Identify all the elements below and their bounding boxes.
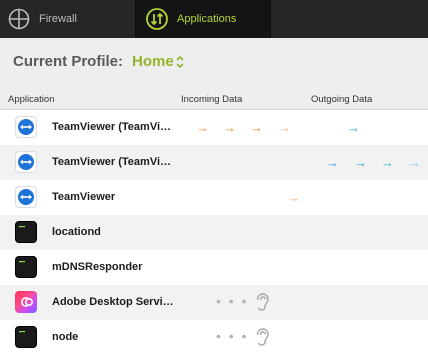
outgoing-arrow: →	[347, 120, 360, 135]
tab-firewall-label: Firewall	[39, 13, 77, 25]
table-row[interactable]: TeamViewer (TeamViewer) → → → →	[0, 145, 428, 180]
globe-icon	[7, 7, 31, 31]
creative-cloud-icon	[15, 291, 37, 313]
tab-applications[interactable]: Applications	[135, 0, 271, 38]
app-name: TeamViewer (TeamViewer)	[52, 156, 174, 168]
table-row[interactable]: TeamViewer (TeamViewer) → → → → →	[0, 110, 428, 145]
table-row[interactable]: mDNSResponder	[0, 250, 428, 285]
ear-icon	[255, 293, 269, 311]
profile-label: Current Profile:	[13, 53, 124, 70]
app-name: node	[52, 331, 79, 343]
terminal-icon	[15, 221, 37, 243]
incoming-arrow: →	[223, 120, 236, 135]
chevron-updown-icon[interactable]	[175, 55, 185, 69]
incoming-arrow: →	[287, 190, 300, 205]
traffic-arrows-icon	[145, 7, 169, 31]
table-header: Application Incoming Data Outgoing Data	[0, 88, 428, 110]
table-row[interactable]: TeamViewer →	[0, 180, 428, 215]
outgoing-arrow: →	[381, 155, 394, 170]
outgoing-arrow: →	[408, 155, 421, 170]
tab-applications-label: Applications	[177, 13, 237, 25]
outgoing-arrow: →	[354, 155, 367, 170]
column-header-application[interactable]: Application	[8, 94, 54, 105]
listening-dots: • • •	[216, 293, 249, 309]
app-name: Adobe Desktop Service	[52, 296, 174, 308]
table-row[interactable]: Adobe Desktop Service • • •	[0, 285, 428, 320]
app-name: locationd	[52, 226, 101, 238]
top-toolbar: Firewall Applications	[0, 0, 428, 38]
tab-firewall[interactable]: Firewall	[0, 0, 135, 38]
teamviewer-icon	[15, 186, 37, 208]
terminal-icon	[15, 256, 37, 278]
incoming-arrow: →	[250, 120, 263, 135]
profile-select[interactable]: Home	[132, 53, 174, 70]
teamviewer-icon	[15, 116, 37, 138]
app-name: TeamViewer (TeamViewer)	[52, 121, 174, 133]
app-name: mDNSResponder	[52, 261, 143, 273]
terminal-icon	[15, 326, 37, 348]
profile-bar: Current Profile: Home	[0, 38, 428, 88]
ear-icon	[255, 328, 269, 346]
listening-dots: • • •	[216, 328, 249, 344]
column-header-incoming[interactable]: Incoming Data	[181, 94, 242, 105]
teamviewer-icon	[15, 151, 37, 173]
column-header-outgoing[interactable]: Outgoing Data	[311, 94, 372, 105]
app-name: TeamViewer	[52, 191, 116, 203]
table-row[interactable]: node • • •	[0, 320, 428, 355]
outgoing-arrow: →	[326, 155, 339, 170]
incoming-arrow: →	[196, 120, 209, 135]
table-row[interactable]: locationd	[0, 215, 428, 250]
incoming-arrow: →	[278, 120, 291, 135]
